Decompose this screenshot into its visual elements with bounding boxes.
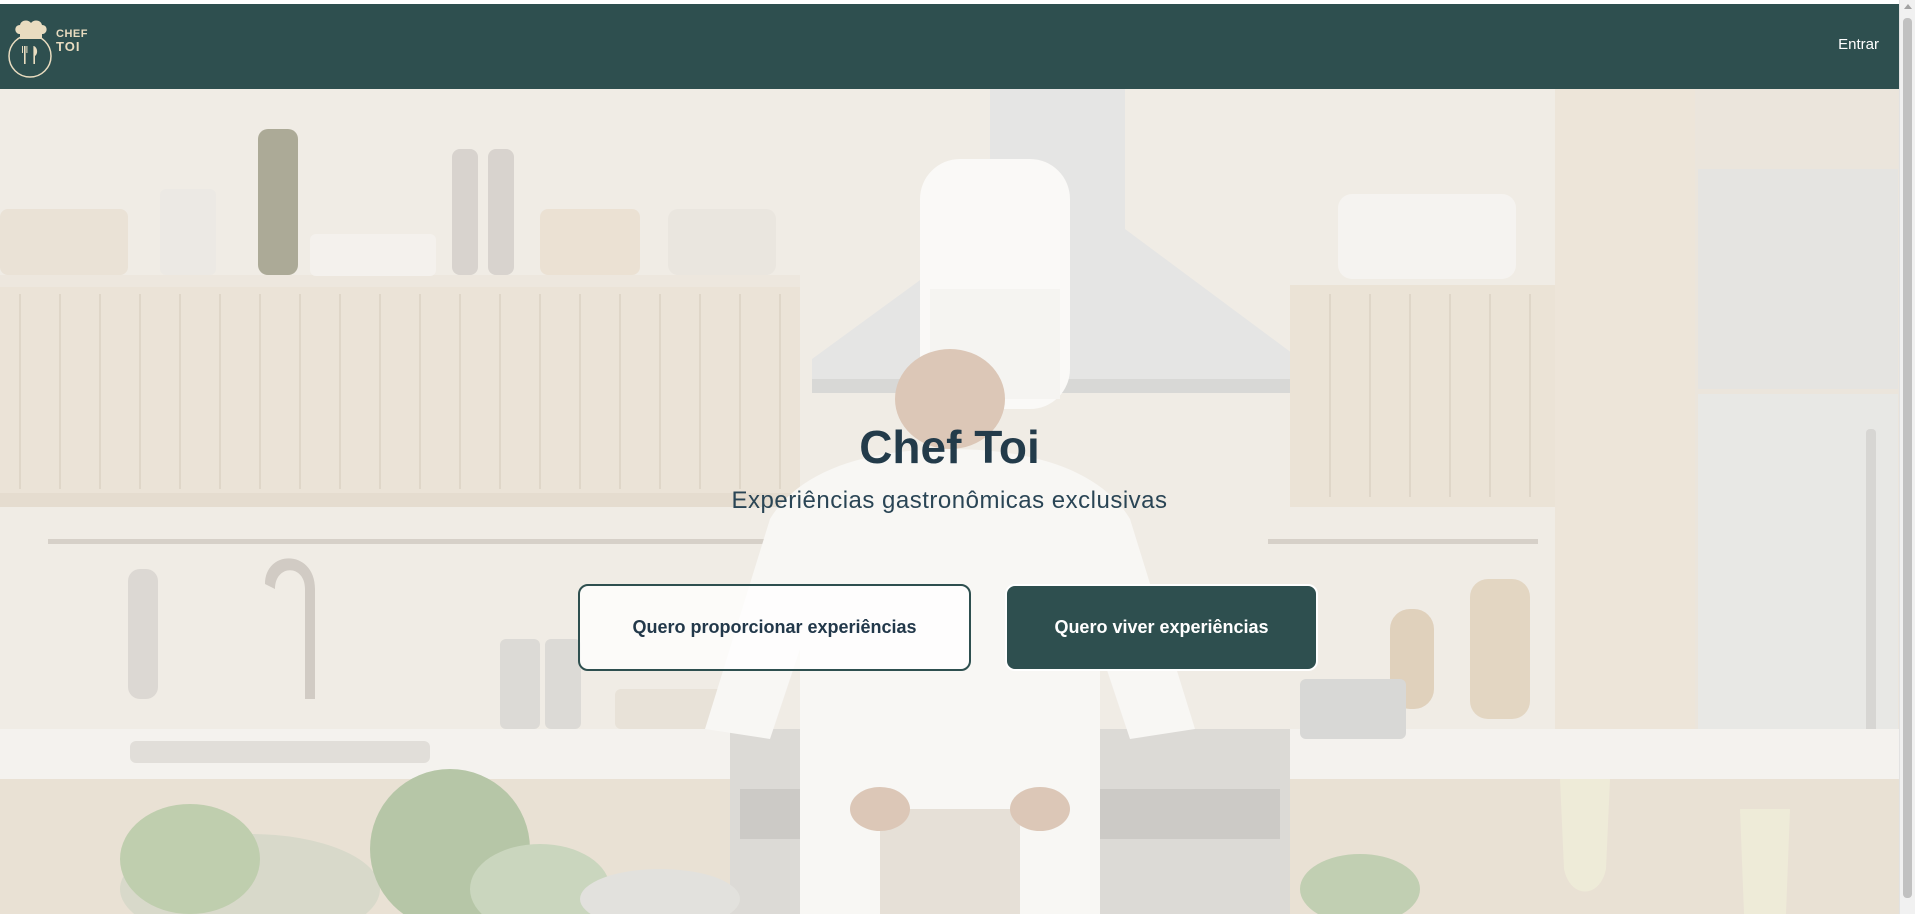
hero-section: Chef Toi Experiências gastronômicas excl… bbox=[0, 89, 1899, 914]
logo-text: CHEF TOI bbox=[56, 28, 88, 54]
hero-title: Chef Toi bbox=[859, 421, 1040, 473]
hero-subtitle: Experiências gastronômicas exclusivas bbox=[731, 487, 1168, 514]
logo-line-2: TOI bbox=[56, 39, 81, 55]
chef-hat-icon bbox=[8, 20, 52, 78]
vertical-scrollbar[interactable] bbox=[1899, 0, 1915, 914]
scroll-thumb[interactable] bbox=[1903, 18, 1912, 898]
login-link[interactable]: Entrar bbox=[1838, 36, 1879, 53]
navbar: CHEF TOI Entrar bbox=[0, 4, 1899, 89]
scroll-up-icon[interactable] bbox=[1904, 4, 1912, 9]
logo[interactable]: CHEF TOI bbox=[8, 16, 88, 82]
provide-experiences-button[interactable]: Quero proporcionar experiências bbox=[578, 584, 971, 671]
live-experiences-button[interactable]: Quero viver experiências bbox=[1005, 584, 1318, 671]
